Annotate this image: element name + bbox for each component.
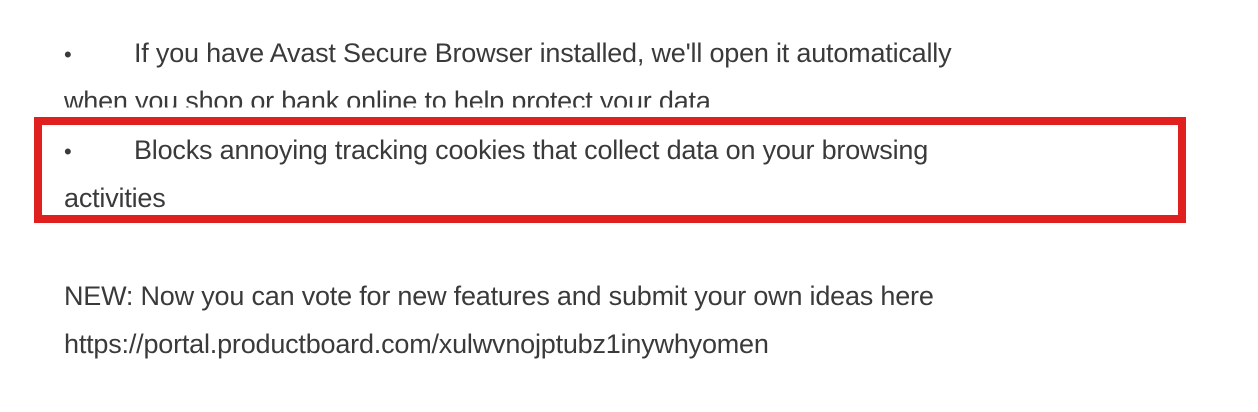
feature-text-line-1: Blocks annoying tracking cookies that co… <box>134 135 929 165</box>
feature-text-line-2: when you shop or bank online to help pro… <box>64 86 711 116</box>
productboard-link[interactable]: https://portal.productboard.com/xulwvnoj… <box>64 331 769 358</box>
feature-text-line-1: If you have Avast Secure Browser install… <box>134 38 952 68</box>
news-text: NEW: Now you can vote for new features a… <box>64 281 934 311</box>
highlight-box <box>34 117 1186 223</box>
bullet-icon: • <box>64 139 72 164</box>
bullet-icon: • <box>64 42 72 67</box>
feature-text-line-2: activities <box>64 183 166 213</box>
